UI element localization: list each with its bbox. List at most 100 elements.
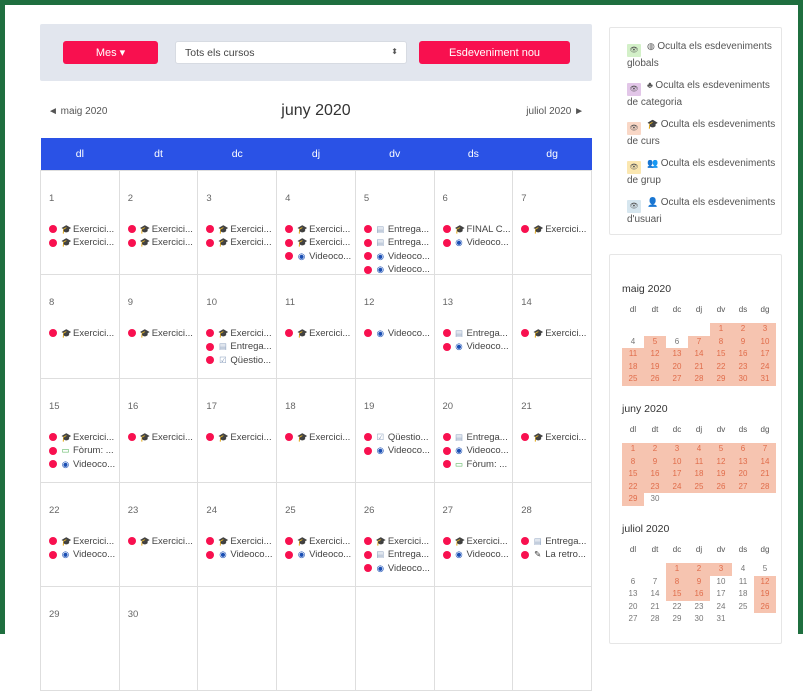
mini-day[interactable]: 1 [622, 443, 644, 456]
legend-item[interactable]: 👁 ♣ Oculta els esdeveniments de categoria [627, 79, 781, 109]
day-cell[interactable]: 28 ▤ Entrega... ✎ La retro... [512, 481, 592, 587]
mini-day[interactable]: 21 [688, 360, 710, 373]
mini-day[interactable]: 15 [622, 468, 644, 481]
mini-day[interactable]: 11 [732, 576, 754, 589]
mini-day[interactable]: 22 [710, 360, 732, 373]
mini-day[interactable]: 3 [710, 563, 732, 576]
day-cell[interactable]: 3 🎓 Exercici... 🎓 Exercici... [197, 169, 278, 275]
mini-day[interactable]: 30 [644, 493, 666, 506]
event-item[interactable]: ▤ Entrega... [206, 340, 274, 354]
event-item[interactable]: 🎓 Exercici... [206, 223, 274, 237]
mini-month-title[interactable]: juliol 2020 [622, 523, 776, 535]
mini-day[interactable]: 29 [622, 493, 644, 506]
event-item[interactable]: ▭ Fòrum: ... [442, 458, 511, 472]
event-item[interactable]: 🎓 Exercici... [521, 431, 589, 445]
mini-day[interactable]: 10 [666, 455, 688, 468]
next-month-link[interactable]: juliol 2020 ► [526, 106, 584, 117]
day-number[interactable]: 15 [49, 401, 60, 412]
mini-day[interactable]: 30 [688, 613, 710, 626]
day-number[interactable]: 26 [364, 505, 375, 516]
mini-day[interactable]: 31 [710, 613, 732, 626]
mini-day[interactable]: 9 [688, 575, 710, 588]
day-cell[interactable]: 21 🎓 Exercici... [512, 377, 592, 483]
day-number[interactable]: 24 [206, 505, 217, 516]
day-number[interactable]: 18 [285, 401, 296, 412]
day-number[interactable]: 17 [206, 401, 217, 412]
mini-day[interactable]: 11 [688, 455, 710, 468]
mini-day[interactable]: 8 [622, 455, 644, 468]
day-number[interactable]: 6 [443, 193, 448, 204]
event-item[interactable]: 🎓 Exercici... [127, 236, 196, 250]
mini-day[interactable]: 12 [710, 455, 732, 468]
mini-day[interactable]: 26 [710, 480, 732, 493]
mini-day[interactable]: 28 [644, 613, 666, 626]
mini-day[interactable]: 11 [622, 348, 644, 361]
mini-day[interactable]: 13 [622, 588, 644, 601]
day-cell[interactable]: 7 🎓 Exercici... [512, 169, 592, 275]
day-cell[interactable]: 25 🎓 Exercici... ◉ Videoco... [276, 481, 356, 587]
mini-day[interactable]: 26 [754, 600, 776, 613]
mini-day[interactable]: 19 [644, 360, 666, 373]
mini-day[interactable]: 31 [754, 373, 776, 386]
day-cell[interactable]: 24 🎓 Exercici... ◉ Videoco... [197, 481, 278, 587]
legend-item[interactable]: 👁 ◍ Oculta els esdeveniments globals [627, 40, 781, 70]
day-cell[interactable]: 12 ◉ Videoco... [354, 273, 435, 379]
mini-day[interactable]: 18 [732, 588, 754, 601]
event-item[interactable]: ✎ La retro... [521, 548, 589, 562]
day-number[interactable]: 3 [206, 193, 211, 204]
mini-day[interactable]: 16 [732, 348, 754, 361]
day-cell[interactable]: 13 ▤ Entrega... ◉ Videoco... [433, 273, 514, 379]
new-event-button[interactable]: Esdeveniment nou [419, 41, 570, 64]
mini-day[interactable]: 4 [622, 336, 644, 349]
event-item[interactable]: 🎓 Exercici... [285, 535, 353, 549]
mini-day[interactable]: 15 [710, 348, 732, 361]
mini-day[interactable]: 17 [666, 468, 688, 481]
event-item[interactable]: ◉ Videoco... [442, 444, 511, 458]
mini-day[interactable]: 19 [710, 468, 732, 481]
event-item[interactable]: 🎓 Exercici... [127, 327, 196, 341]
event-item[interactable]: 🎓 Exercici... [49, 535, 117, 549]
day-number[interactable]: 28 [521, 505, 532, 516]
event-item[interactable]: ▭ Fòrum: ... [49, 444, 117, 458]
event-item[interactable]: 🎓 Exercici... [49, 223, 117, 237]
mini-day[interactable]: 10 [710, 576, 732, 589]
mini-day[interactable]: 12 [644, 348, 666, 361]
day-number[interactable]: 5 [364, 193, 369, 204]
day-cell[interactable]: 8 🎓 Exercici... [40, 273, 120, 379]
day-number[interactable]: 30 [128, 609, 139, 620]
day-number[interactable]: 16 [128, 401, 139, 412]
mini-day[interactable]: 22 [622, 480, 644, 493]
mini-day[interactable]: 29 [710, 373, 732, 386]
day-cell[interactable]: 19 ☑ Qüestio... ◉ Videoco... [354, 377, 435, 483]
mini-day[interactable]: 25 [622, 373, 644, 386]
mini-day[interactable]: 24 [710, 601, 732, 614]
day-number[interactable]: 1 [49, 193, 54, 204]
day-cell[interactable]: 2 🎓 Exercici... 🎓 Exercici... [118, 169, 199, 275]
mini-day[interactable]: 20 [732, 468, 754, 481]
mini-day[interactable]: 5 [754, 563, 776, 576]
event-item[interactable]: 🎓 Exercici... [285, 223, 353, 237]
day-number[interactable]: 19 [364, 401, 375, 412]
eye-icon[interactable]: 👁 [627, 200, 641, 213]
mini-day[interactable]: 14 [644, 588, 666, 601]
event-item[interactable]: ☑ Qüestio... [206, 354, 274, 368]
mini-day[interactable]: 3 [754, 323, 776, 336]
event-item[interactable]: ◉ Videoco... [49, 458, 117, 472]
mini-day[interactable]: 27 [732, 480, 754, 493]
mini-day[interactable]: 3 [666, 443, 688, 456]
mini-day[interactable]: 7 [754, 443, 776, 456]
course-select[interactable]: Tots els cursos ⬍ [175, 41, 407, 64]
mini-day[interactable]: 6 [732, 443, 754, 456]
day-cell[interactable]: 5 ▤ Entrega... ▤ Entrega... ◉ Videoco... ◉ Video… [354, 169, 435, 275]
mini-day[interactable]: 5 [644, 335, 666, 348]
mini-day[interactable]: 5 [710, 443, 732, 456]
mini-day[interactable]: 8 [710, 335, 732, 348]
day-number[interactable]: 2 [128, 193, 133, 204]
event-item[interactable]: ◉ Videoco... [442, 236, 511, 250]
day-number[interactable]: 29 [49, 609, 60, 620]
mini-day[interactable]: 10 [754, 335, 776, 348]
mini-day[interactable]: 28 [688, 373, 710, 386]
event-item[interactable]: ◉ Videoco... [285, 548, 353, 562]
day-cell[interactable]: 29 [40, 585, 120, 691]
mini-day[interactable]: 24 [754, 360, 776, 373]
